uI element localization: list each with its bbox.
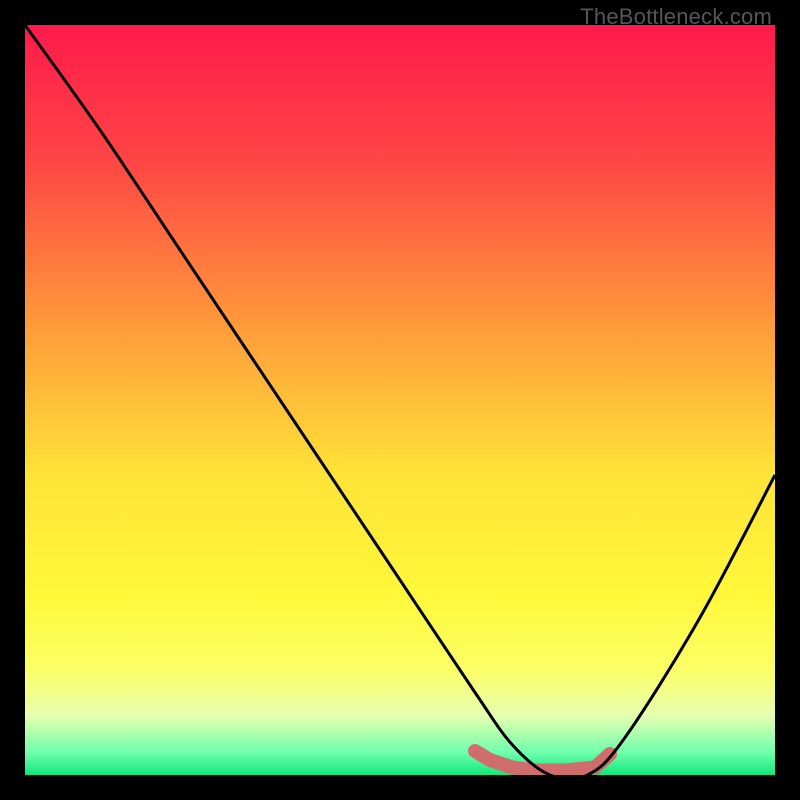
- chart-frame: TheBottleneck.com: [0, 0, 800, 800]
- marker-band: [475, 751, 610, 771]
- main-curve: [25, 25, 775, 775]
- plot-area: [25, 25, 775, 775]
- watermark-text: TheBottleneck.com: [580, 4, 772, 30]
- curve-layer: [25, 25, 775, 775]
